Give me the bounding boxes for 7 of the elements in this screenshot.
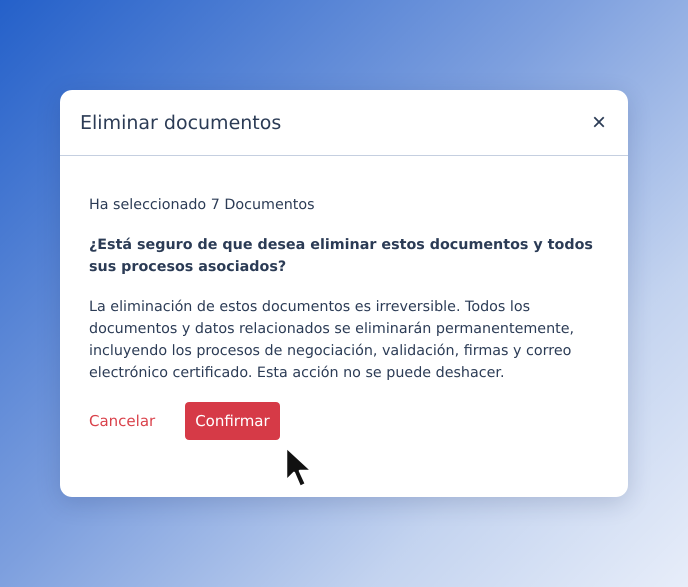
selection-summary: Ha seleccionado 7 Documentos xyxy=(89,196,316,215)
close-button[interactable]: × xyxy=(588,110,610,134)
dialog-title: Eliminar documentos xyxy=(80,112,282,134)
confirmation-question: ¿Está seguro de que desea eliminar estos documentos y todos sus procesos asociados? xyxy=(89,236,594,277)
warning-text: La eliminación de estos documentos es irreversible. Todos los documentos y datos relacionados se eliminarán permanentemente, incluyendo los procesos de negociación, validación, firmas y correo electrónico certificado. Esta acción no se puede deshacer. xyxy=(89,298,576,383)
cancel-button[interactable]: Cancelar xyxy=(89,404,156,438)
confirm-button[interactable]: Confirmar xyxy=(185,402,280,440)
